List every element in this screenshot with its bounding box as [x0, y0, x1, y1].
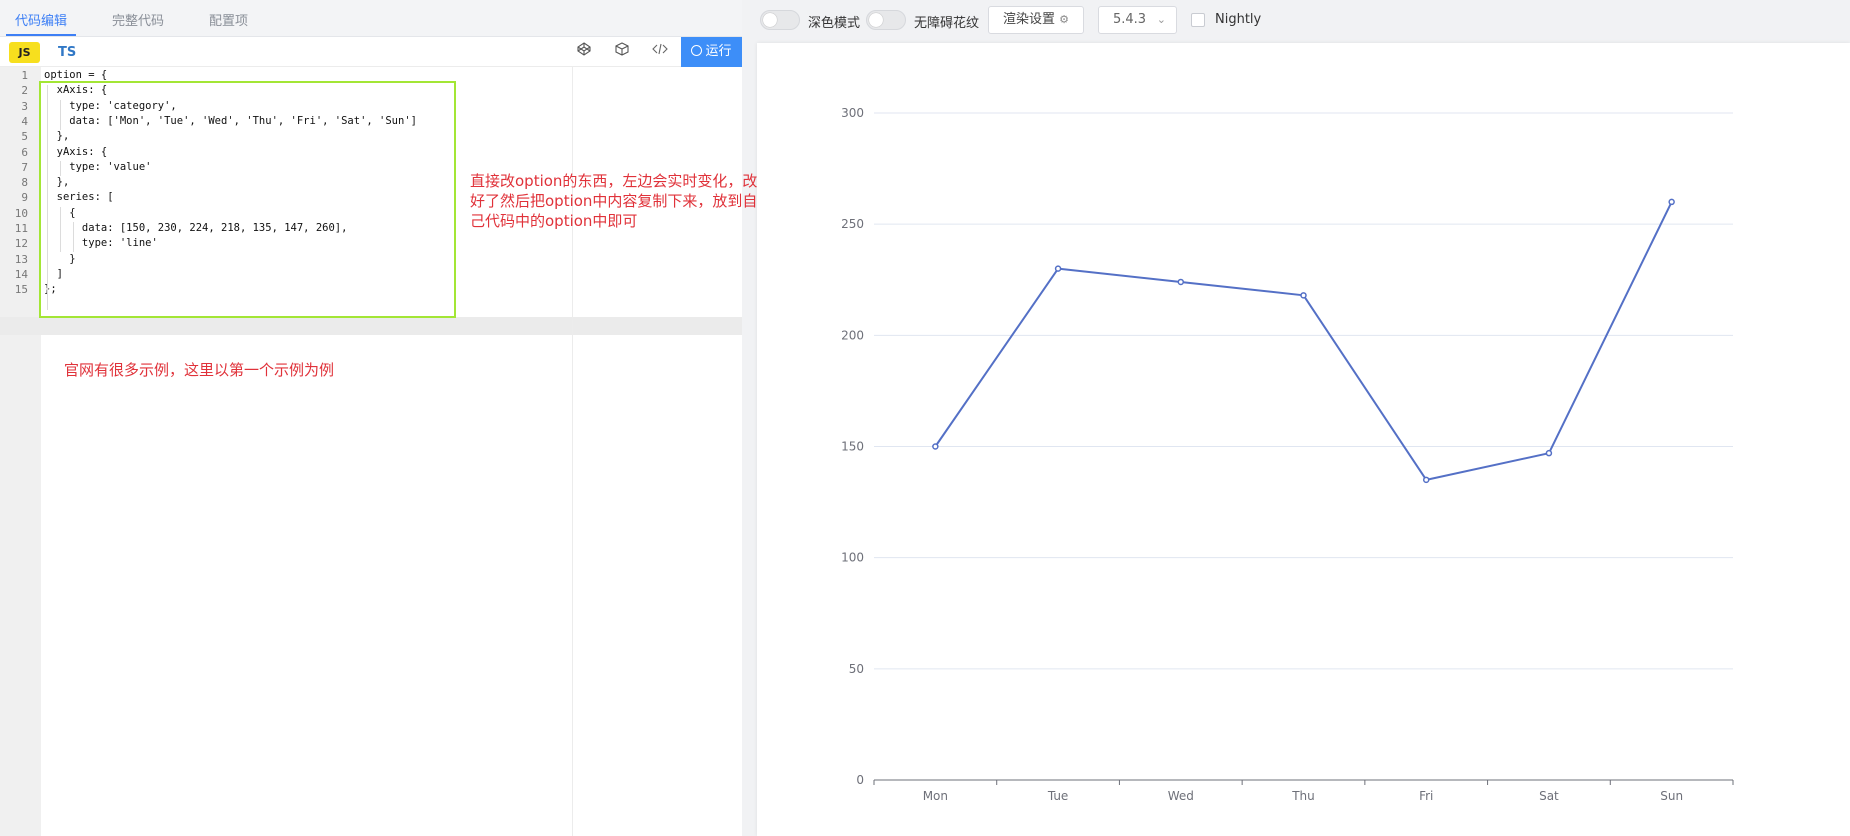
code-icon[interactable] [649, 42, 671, 62]
x-tick-label: Mon [923, 789, 948, 803]
chart-preview-panel: 0 50 100 150 200 250 300 Mon Tue Wed Thu Fri Sat Sun [757, 43, 1850, 836]
line-number: 3 [21, 99, 28, 113]
tab-options[interactable]: 配置项 [209, 10, 248, 29]
line-number: 11 [14, 222, 28, 235]
aria-toggle[interactable] [866, 10, 906, 30]
version-value: 5.4.3 [1113, 12, 1147, 27]
tab-full-code[interactable]: 完整代码 [112, 10, 164, 29]
gear-icon: ⚙ [1059, 13, 1070, 26]
line-number: 5 [21, 130, 28, 144]
series-line [934, 201, 1673, 481]
line-number: 4 [21, 114, 28, 128]
code-highlight-box [39, 81, 456, 318]
x-tick-label: Fri [1419, 789, 1433, 803]
line-number: 6 [21, 145, 28, 159]
data-point [1545, 449, 1553, 457]
line-number: 14 [14, 267, 28, 281]
line-number: 1 [21, 69, 28, 82]
lang-ts-button[interactable]: TS [58, 42, 76, 63]
line-number: 9 [21, 191, 28, 205]
y-tick-label: 50 [849, 662, 864, 676]
codesandbox-icon[interactable] [611, 42, 633, 62]
line-number: 7 [21, 160, 28, 174]
aria-label: 无障碍花纹 [914, 16, 980, 31]
code-editor-panel: 代码编辑 完整代码 配置项 JS TS 运行 123456 7 8 9 10 1… [0, 0, 757, 836]
annotation-note-option: 直接改option的东西，左边会实时变化，改好了然后把option中内容复制下来… [470, 172, 758, 230]
codepen-icon[interactable] [573, 42, 595, 62]
current-line-highlight [0, 317, 742, 335]
data-point [932, 443, 939, 450]
y-tick-label: 300 [841, 106, 864, 120]
x-tick-label: Wed [1168, 789, 1194, 803]
x-tick-label: Thu [1291, 789, 1315, 803]
play-icon [691, 45, 703, 56]
data-point [1300, 292, 1307, 299]
line-number: 13 [14, 252, 28, 266]
run-button[interactable]: 运行 [681, 37, 742, 67]
data-point [1422, 476, 1430, 484]
chevron-down-icon: ⌄ [1156, 13, 1166, 26]
line-number: 10 [14, 206, 28, 220]
render-settings-label: 渲染设置 [1002, 12, 1055, 27]
line-chart: 0 50 100 150 200 250 300 Mon Tue Wed Thu Fri Sat Sun [841, 106, 1734, 803]
data-point [1054, 265, 1062, 272]
editor-tabs: 代码编辑 完整代码 配置项 [0, 0, 742, 37]
y-tick-label: 150 [841, 440, 864, 454]
nightly-checkbox[interactable] [1191, 13, 1205, 27]
y-tick-label: 250 [841, 217, 864, 231]
code-line: option = { [44, 69, 108, 81]
y-tick-label: 100 [841, 551, 864, 565]
annotation-note-examples: 官网有很多示例，这里以第一个示例为例 [64, 361, 335, 379]
dark-mode-label: 深色模式 [808, 16, 861, 31]
render-settings-button[interactable]: 渲染设置 ⚙ [988, 6, 1084, 34]
nightly-label: Nightly [1215, 12, 1262, 27]
line-number: 8 [21, 176, 28, 190]
data-point [1668, 198, 1675, 206]
editor-toolbar: JS TS 运行 [0, 37, 742, 67]
tab-code-edit[interactable]: 代码编辑 [15, 10, 67, 29]
line-number: 12 [14, 237, 28, 251]
line-number: 15 [14, 283, 28, 297]
y-tick-label: 200 [841, 328, 864, 342]
y-tick-label: 0 [856, 773, 864, 787]
run-label: 运行 [705, 44, 732, 59]
active-tab-indicator [6, 34, 76, 36]
lang-js-button[interactable]: JS [9, 42, 40, 63]
dark-mode-toggle[interactable] [760, 10, 800, 30]
x-tick-label: Tue [1047, 789, 1069, 803]
data-point [1177, 278, 1185, 286]
x-tick-label: Sun [1660, 789, 1683, 803]
code-editor[interactable]: 1 2 3 4 5 6 7 8 9 10 11 12 13 14 15 option = { xAxis: … [0, 67, 757, 836]
x-tick-label: Sat [1539, 789, 1559, 803]
version-select[interactable]: 5.4.3 ⌄ [1098, 6, 1177, 34]
line-number: 2 [21, 84, 28, 98]
